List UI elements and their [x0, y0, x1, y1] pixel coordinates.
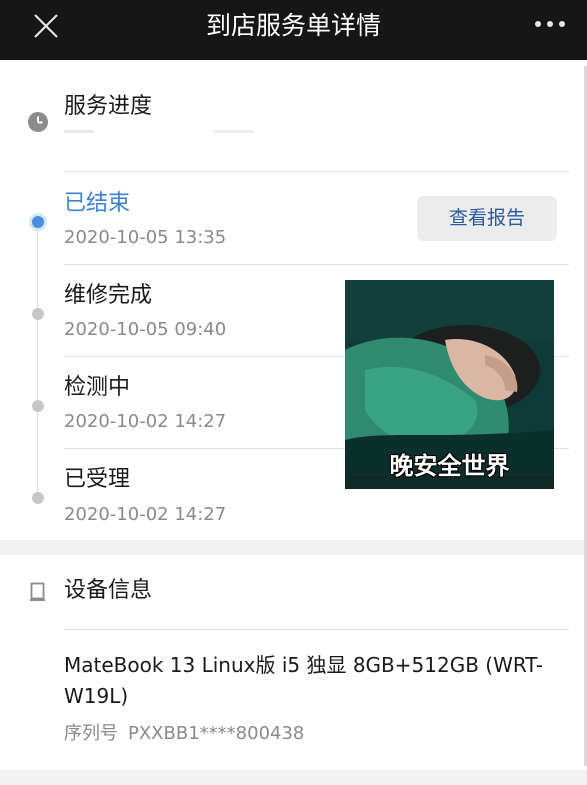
- timeline-dot-active: [29, 213, 47, 231]
- top-bar: 到店服务单详情: [0, 0, 587, 60]
- bottom-spacer: [0, 770, 587, 785]
- step-time: 2020-10-02 14:27: [64, 504, 227, 525]
- timeline-dot: [32, 492, 44, 504]
- step-label-repair-done: 维修完成: [64, 283, 153, 308]
- service-progress-card: 服务进度 已结束 2020-10-05 13:35 查看报告 维修完成 2020…: [0, 60, 587, 540]
- timeline-dot: [32, 308, 44, 320]
- timeline-line: [37, 223, 38, 493]
- more-icon[interactable]: [533, 12, 567, 36]
- progress-subtext: [64, 130, 264, 133]
- device-name: MateBook 13 Linux版 i5 独显 8GB+512GB (WRT-…: [64, 653, 543, 708]
- clock-icon: [28, 112, 48, 132]
- step-label-accepted: 已受理: [64, 467, 131, 492]
- device-section-title: 设备信息: [64, 578, 153, 603]
- divider: [64, 264, 569, 265]
- timeline-dot: [32, 400, 44, 412]
- serial-number: 序列号 PXXBB1****800438: [64, 722, 304, 746]
- sticker-image: 晚安全世界: [345, 280, 554, 489]
- progress-section-title: 服务进度: [64, 94, 153, 119]
- step-label-ended: 已结束: [64, 191, 131, 216]
- device-icon: [30, 582, 45, 601]
- step-time: 2020-10-05 09:40: [64, 319, 227, 340]
- page-title: 到店服务单详情: [205, 11, 381, 40]
- step-label-testing: 检测中: [64, 375, 131, 400]
- device-info-card: 设备信息 MateBook 13 Linux版 i5 独显 8GB+512GB …: [0, 555, 587, 770]
- step-time: 2020-10-05 13:35: [64, 227, 227, 248]
- divider: [64, 171, 569, 172]
- serial-label: 序列号: [64, 723, 118, 744]
- serial-value: PXXBB1****800438: [128, 723, 305, 744]
- divider: [64, 629, 569, 630]
- sticker-caption: 晚安全世界: [389, 452, 510, 480]
- step-time: 2020-10-02 14:27: [64, 411, 227, 432]
- view-report-button[interactable]: 查看报告: [417, 196, 557, 241]
